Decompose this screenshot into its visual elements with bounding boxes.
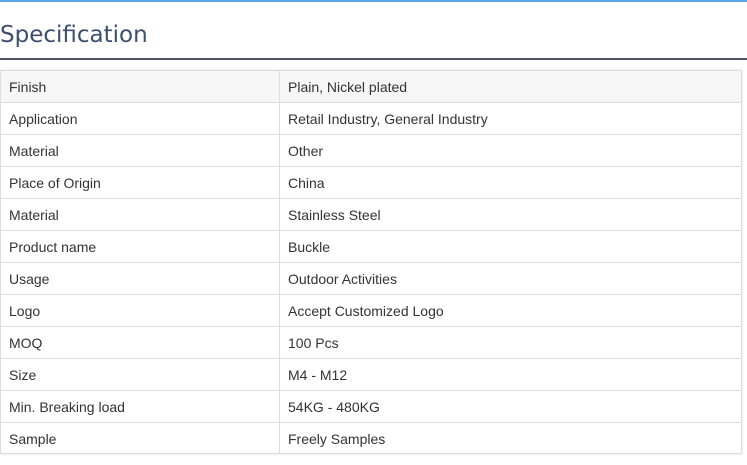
spec-key: Finish (1, 71, 280, 103)
spec-value: Accept Customized Logo (279, 294, 741, 327)
table-row: Usage Outdoor Activities (1, 262, 741, 295)
spec-key: Application (1, 102, 280, 135)
table-row: Place of Origin China (1, 166, 741, 199)
table-row: Application Retail Industry, General Indu… (1, 102, 741, 135)
spec-value: Outdoor Activities (279, 262, 741, 295)
table-row: Material Other (1, 134, 741, 167)
spec-value: China (279, 166, 741, 199)
spec-value: M4 - M12 (279, 358, 741, 391)
section-title: Specification (0, 22, 148, 48)
table-row: Min. Breaking load 54KG - 480KG (1, 390, 741, 423)
spec-key: Material (1, 198, 280, 231)
spec-key: Sample (1, 422, 280, 454)
spec-key: Place of Origin (1, 166, 280, 199)
spec-value: Retail Industry, General Industry (279, 102, 741, 135)
spec-value: 54KG - 480KG (279, 390, 741, 423)
table-row: Sample Freely Samples (1, 422, 741, 454)
spec-key: Material (1, 134, 280, 167)
spec-value: Other (279, 134, 741, 167)
title-underline (0, 58, 747, 60)
spec-value: Plain, Nickel plated (279, 71, 741, 103)
spec-key: Logo (1, 294, 280, 327)
table-row: Logo Accept Customized Logo (1, 294, 741, 327)
specification-panel: Finish Plain, Nickel plated Application Re… (0, 70, 742, 454)
spec-value: Buckle (279, 230, 741, 263)
table-row: Material Stainless Steel (1, 198, 741, 231)
spec-key: Min. Breaking load (1, 390, 280, 423)
table-row: Finish Plain, Nickel plated (1, 71, 741, 103)
spec-value: Stainless Steel (279, 198, 741, 231)
spec-key: MOQ (1, 326, 280, 359)
specification-table: Finish Plain, Nickel plated Application Re… (1, 71, 741, 454)
table-row: Size M4 - M12 (1, 358, 741, 391)
table-row: Product name Buckle (1, 230, 741, 263)
spec-key: Product name (1, 230, 280, 263)
spec-value: Freely Samples (288, 430, 386, 447)
table-row: MOQ 100 Pcs (1, 326, 741, 359)
top-accent-line (0, 0, 747, 2)
spec-key: Usage (1, 262, 280, 295)
spec-key: Size (1, 358, 280, 391)
spec-value: 100 Pcs (279, 326, 741, 359)
